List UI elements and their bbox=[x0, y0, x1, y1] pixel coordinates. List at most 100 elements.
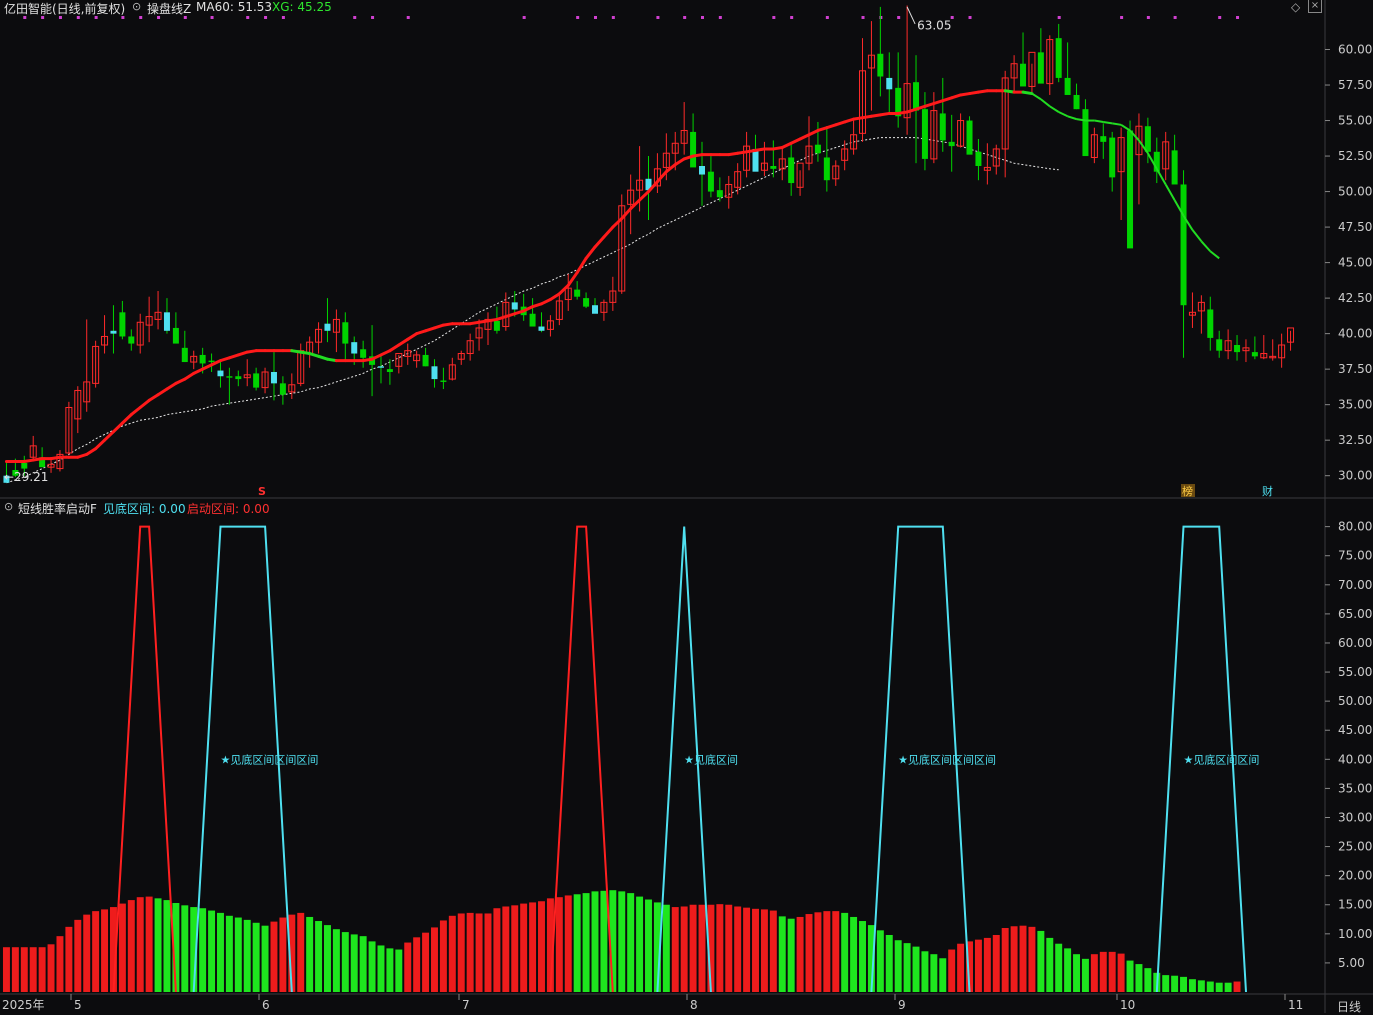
operation-line-segment bbox=[406, 332, 419, 341]
candle-body bbox=[511, 302, 518, 310]
signal-dot bbox=[371, 16, 375, 19]
indicator-bar bbox=[636, 896, 644, 992]
indicator-bar bbox=[573, 894, 581, 992]
indicator-bar bbox=[1046, 937, 1054, 992]
candle-body bbox=[1207, 309, 1214, 338]
candle-body bbox=[172, 327, 179, 344]
indicator-bar bbox=[1126, 960, 1134, 992]
candle-body bbox=[1251, 352, 1258, 357]
indicator-bar bbox=[1099, 951, 1107, 992]
signal-dot bbox=[1236, 16, 1240, 19]
diamond-icon[interactable]: ◇ bbox=[1291, 0, 1300, 14]
indicator-bar bbox=[1135, 964, 1143, 992]
sub-y-tick-label: 80.00 bbox=[1338, 520, 1372, 534]
indicator-bar bbox=[734, 906, 742, 992]
sub-y-tick-label: 50.00 bbox=[1338, 694, 1372, 708]
indicator-bar bbox=[698, 904, 706, 992]
operation-line-tail bbox=[1200, 240, 1212, 252]
operation-line-tail bbox=[1164, 183, 1176, 201]
operation-line-segment bbox=[388, 343, 401, 353]
signal-dot bbox=[1173, 16, 1177, 19]
indicator-bar bbox=[127, 900, 135, 992]
indicator-bar bbox=[930, 954, 938, 992]
sub-indicator-name[interactable]: 短线胜率启动F bbox=[18, 500, 97, 517]
candle-body bbox=[752, 148, 759, 172]
high-annotation-arrow bbox=[906, 6, 916, 25]
indicator-bar bbox=[1028, 926, 1036, 992]
indicator-bar bbox=[341, 932, 349, 992]
candle-body bbox=[226, 376, 233, 378]
indicator-bar bbox=[270, 921, 278, 992]
signal-dot bbox=[897, 16, 901, 19]
candle-body bbox=[591, 305, 598, 314]
indicator-bar bbox=[805, 914, 813, 992]
indicator-bar bbox=[823, 911, 831, 992]
y-tick-label: 30.00 bbox=[1338, 469, 1372, 483]
candle-body bbox=[939, 113, 946, 141]
indicator-bar bbox=[912, 946, 920, 992]
indicator-bar bbox=[252, 922, 260, 992]
indicator-bar bbox=[778, 916, 786, 992]
indicator-bar bbox=[243, 919, 251, 992]
candle-body bbox=[431, 366, 438, 380]
indicator-bar bbox=[199, 908, 207, 992]
sub-y-tick-label: 45.00 bbox=[1338, 723, 1372, 737]
x-tick-label: 5 bbox=[74, 998, 82, 1012]
indicator-bar bbox=[145, 896, 153, 992]
operation-line-tail bbox=[1120, 123, 1131, 132]
indicator-bar bbox=[56, 936, 64, 992]
sub-y-tick-label: 5.00 bbox=[1338, 956, 1365, 970]
indicator-bar bbox=[324, 925, 331, 992]
dropdown-icon-sub[interactable]: ⊙ bbox=[4, 500, 13, 513]
operation-line-tail bbox=[1103, 120, 1113, 125]
indicator-bar bbox=[520, 903, 528, 992]
operation-line-segment bbox=[611, 217, 624, 229]
candle-body bbox=[386, 369, 393, 372]
x-tick-label: 8 bbox=[690, 998, 698, 1012]
indicator-bar bbox=[297, 912, 305, 992]
operation-line-segment bbox=[584, 245, 597, 260]
indicator-bar bbox=[118, 903, 126, 992]
y-tick-label: 55.00 bbox=[1338, 114, 1372, 128]
main-indicator-name[interactable]: 操盘线Z bbox=[147, 0, 191, 17]
signal-dot bbox=[576, 16, 580, 19]
candle-body bbox=[440, 380, 447, 382]
candle-body bbox=[814, 144, 821, 154]
operation-line-tail bbox=[1031, 92, 1042, 101]
indicator-bar bbox=[716, 904, 724, 992]
indicator-bar bbox=[752, 908, 759, 992]
marker-cai: 财 bbox=[1262, 484, 1273, 498]
period-label[interactable]: 日线 bbox=[1337, 998, 1361, 1015]
signal-dot bbox=[790, 16, 794, 19]
indicator-bar bbox=[529, 902, 537, 992]
indicator-bar bbox=[1215, 982, 1223, 992]
indicator-bar bbox=[814, 912, 822, 992]
indicator-bar bbox=[841, 912, 849, 992]
indicator-bar bbox=[1206, 981, 1214, 992]
indicator-bar bbox=[163, 900, 171, 992]
indicator-bar bbox=[466, 912, 474, 992]
close-icon[interactable]: × bbox=[1308, 0, 1322, 13]
operation-line-segment bbox=[557, 283, 570, 296]
indicator-bar bbox=[29, 947, 37, 992]
candle-body bbox=[1180, 184, 1187, 306]
indicator-bar bbox=[850, 916, 858, 992]
candle-body bbox=[360, 349, 367, 358]
indicator-bar bbox=[47, 944, 55, 992]
indicator-bar bbox=[279, 917, 287, 992]
ma60-value: MA60: 51.53 bbox=[196, 0, 273, 14]
candle-body bbox=[1020, 63, 1027, 87]
indicator-bar bbox=[948, 949, 956, 992]
indicator-bar bbox=[1233, 981, 1241, 992]
operation-line-tail bbox=[1112, 122, 1122, 126]
candle-body bbox=[235, 376, 242, 380]
indicator-bar bbox=[20, 947, 28, 992]
operation-line-segment bbox=[111, 421, 124, 434]
candle-body bbox=[966, 120, 973, 155]
indicator-bar bbox=[992, 934, 1000, 992]
dropdown-icon-main[interactable]: ⊙ bbox=[132, 0, 141, 13]
indicator-bar bbox=[216, 912, 224, 992]
indicator-bar bbox=[983, 937, 991, 992]
x-tick-label: 10 bbox=[1120, 998, 1135, 1012]
indicator-bar bbox=[38, 947, 46, 992]
